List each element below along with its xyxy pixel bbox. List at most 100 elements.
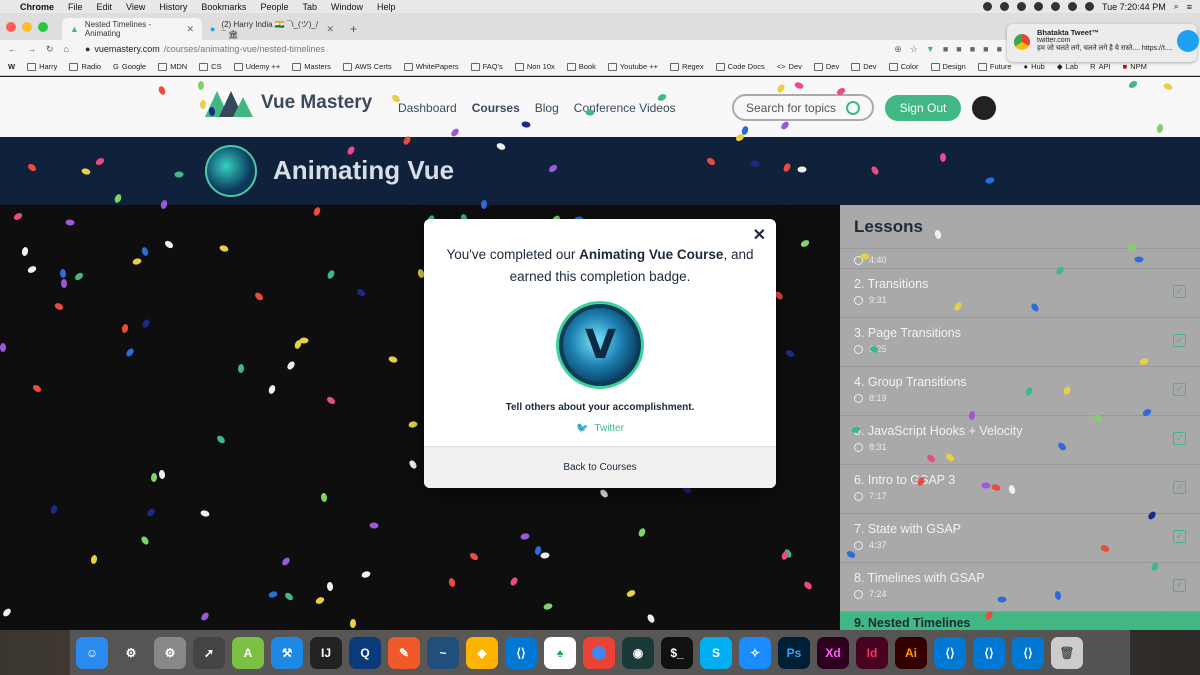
extension-icon[interactable]: ■ bbox=[983, 44, 988, 54]
lesson-item[interactable]: 4:40 bbox=[840, 249, 1200, 269]
bookmark-item[interactable]: ● Hub bbox=[1024, 62, 1045, 71]
system-preferences-icon[interactable]: ⚙ bbox=[115, 636, 147, 669]
postman-icon[interactable]: ✎ bbox=[388, 636, 420, 669]
launchpad-icon[interactable]: ➚ bbox=[193, 636, 225, 669]
menu-help[interactable]: Help bbox=[377, 2, 396, 12]
bookmark-folder[interactable]: Youtube ++ bbox=[607, 62, 658, 71]
bookmark-item[interactable]: ■ NPM bbox=[1123, 62, 1147, 71]
chrome-notification[interactable]: Bhatakta Tweet™ twitter.com हम जो चलते ल… bbox=[1007, 24, 1199, 62]
vscode-icon[interactable]: ⟨⟩ bbox=[934, 636, 966, 669]
close-tab-icon[interactable]: ✕ bbox=[326, 24, 334, 35]
nav-blog[interactable]: Blog bbox=[535, 101, 559, 115]
bookmark-item[interactable]: G Google bbox=[113, 62, 146, 71]
terminal-icon[interactable]: $_ bbox=[661, 636, 693, 669]
zoom-window-button[interactable] bbox=[38, 21, 48, 32]
bookmark-folder[interactable]: Code Docs bbox=[715, 62, 765, 71]
cloud-icon[interactable] bbox=[1016, 2, 1026, 11]
skype-icon[interactable]: S bbox=[700, 636, 732, 669]
bookmark-folder[interactable]: Udemy ++ bbox=[233, 62, 280, 71]
illustrator-icon[interactable]: Ai bbox=[895, 636, 927, 669]
quicktime-icon[interactable]: Q bbox=[349, 636, 381, 669]
browser-tab[interactable]: ● (2) Harry India 🇮🇳 ¯\_(ツ)_/¯ 🏛 ✕ bbox=[202, 18, 342, 40]
nav-dashboard[interactable]: Dashboard bbox=[398, 101, 457, 115]
vscode-icon[interactable]: ⟨⟩ bbox=[1012, 636, 1044, 669]
bookmark-folder[interactable]: AWS Certs bbox=[342, 62, 392, 71]
bookmark-item[interactable]: Book bbox=[566, 62, 596, 71]
bookmark-folder[interactable]: Future bbox=[977, 62, 1012, 71]
bookmark-folder[interactable]: CS bbox=[199, 62, 222, 71]
bookmark-folder[interactable]: Color bbox=[888, 62, 919, 71]
new-tab-button[interactable]: + bbox=[342, 18, 365, 40]
adobe-xd-icon[interactable]: Xd bbox=[817, 636, 849, 669]
vscode-icon[interactable]: ⟨⟩ bbox=[505, 636, 537, 669]
lesson-item[interactable]: 6. Intro to GSAP 3 7:17 ✓ bbox=[840, 465, 1200, 514]
back-icon[interactable]: ← bbox=[8, 44, 17, 54]
bookmark-wikipedia-icon[interactable]: W bbox=[8, 62, 15, 71]
menu-tab[interactable]: Tab bbox=[302, 2, 317, 12]
android-studio-icon[interactable]: A bbox=[232, 636, 264, 669]
status-icon[interactable] bbox=[982, 2, 992, 11]
close-icon[interactable]: ✕ bbox=[753, 225, 766, 245]
address-bar[interactable]: ● vuemastery.com/courses/animating-vue/n… bbox=[85, 44, 325, 54]
lesson-item[interactable]: 5. JavaScript Hooks + Velocity 8:31 ✓ bbox=[840, 416, 1200, 465]
bookmark-item[interactable]: <> Dev bbox=[777, 62, 802, 71]
menu-bookmarks[interactable]: Bookmarks bbox=[201, 2, 246, 12]
bookmark-folder[interactable]: WhitePapers bbox=[403, 62, 459, 71]
chrome-icon[interactable] bbox=[583, 636, 615, 669]
vscode-icon[interactable]: ⟨⟩ bbox=[973, 636, 1005, 669]
search-icon[interactable] bbox=[846, 100, 860, 115]
bookmark-folder[interactable]: Design bbox=[930, 62, 966, 71]
extension-icon[interactable]: ■ bbox=[943, 44, 948, 54]
bookmark-item[interactable]: ◆ Lab bbox=[1057, 62, 1078, 71]
lesson-item[interactable]: 8. Timelines with GSAP 7:24 ✓ bbox=[840, 563, 1200, 612]
browser-tab[interactable]: ▲ Nested Timelines - Animating ✕ bbox=[62, 18, 202, 40]
bookmark-folder[interactable]: FAQ's bbox=[470, 62, 503, 71]
extension-icon[interactable]: ■ bbox=[997, 44, 1002, 54]
lesson-item[interactable]: 7. State with GSAP 4:37 ✓ bbox=[840, 514, 1200, 563]
extension-icon[interactable]: ■ bbox=[956, 44, 961, 54]
minimize-window-button[interactable] bbox=[22, 21, 32, 32]
intellij-icon[interactable]: IJ bbox=[310, 636, 342, 669]
site-logo[interactable]: Vue Mastery bbox=[205, 89, 372, 117]
bookmark-item[interactable]: Radio bbox=[69, 62, 101, 71]
menu-edit[interactable]: Edit bbox=[97, 2, 113, 12]
forward-icon[interactable]: → bbox=[27, 44, 36, 54]
mongodb-compass-icon[interactable]: ♠ bbox=[544, 636, 576, 669]
bookmark-folder[interactable]: Dev bbox=[851, 62, 877, 71]
search-input[interactable]: Search for topics bbox=[732, 94, 874, 121]
indesign-icon[interactable]: Id bbox=[856, 636, 888, 669]
menu-list-icon[interactable]: ≡ bbox=[1187, 2, 1192, 12]
gitkraken-icon[interactable]: ◉ bbox=[622, 636, 654, 669]
bookmark-folder[interactable]: Regex bbox=[669, 62, 704, 71]
lesson-item-current[interactable]: 9. Nested Timelines bbox=[840, 612, 1200, 630]
star-icon[interactable]: ☆ bbox=[910, 44, 918, 55]
wifi-icon[interactable] bbox=[1050, 2, 1060, 11]
settings-icon[interactable]: ⚙ bbox=[154, 636, 186, 669]
bookmark-item[interactable]: MDN bbox=[158, 62, 187, 71]
volume-icon[interactable] bbox=[1067, 2, 1077, 11]
status-icon[interactable] bbox=[1033, 2, 1043, 11]
photoshop-icon[interactable]: Ps bbox=[778, 636, 810, 669]
xcode-icon[interactable]: ⚒ bbox=[271, 636, 303, 669]
bookmark-item[interactable]: R API bbox=[1090, 62, 1111, 71]
menu-app-name[interactable]: Chrome bbox=[20, 2, 54, 12]
battery-icon[interactable] bbox=[1084, 2, 1094, 11]
sketch-icon[interactable]: ◆ bbox=[466, 636, 498, 669]
trash-icon[interactable]: 🗑 bbox=[1051, 636, 1083, 669]
reload-icon[interactable]: ↻ bbox=[46, 44, 54, 55]
menu-file[interactable]: File bbox=[68, 2, 83, 12]
install-icon[interactable]: ⊕ bbox=[894, 44, 902, 55]
twitter-share-link[interactable]: 🐦 Twitter bbox=[424, 423, 776, 434]
home-icon[interactable]: ⌂ bbox=[64, 44, 69, 54]
finder-icon[interactable]: ☺ bbox=[76, 636, 108, 669]
safari-icon[interactable]: ✧ bbox=[739, 636, 771, 669]
close-window-button[interactable] bbox=[6, 21, 16, 32]
menu-view[interactable]: View bbox=[126, 2, 145, 12]
sign-out-button[interactable]: Sign Out bbox=[885, 95, 961, 121]
bookmark-item[interactable]: Harry bbox=[27, 62, 57, 71]
back-to-courses-button[interactable]: Back to Courses bbox=[424, 446, 776, 488]
search-icon[interactable]: ⌕ bbox=[1174, 1, 1179, 12]
nav-courses[interactable]: Courses bbox=[472, 101, 520, 115]
lesson-item[interactable]: 2. Transitions 9:31 ✓ bbox=[840, 269, 1200, 318]
avatar[interactable] bbox=[972, 96, 996, 120]
